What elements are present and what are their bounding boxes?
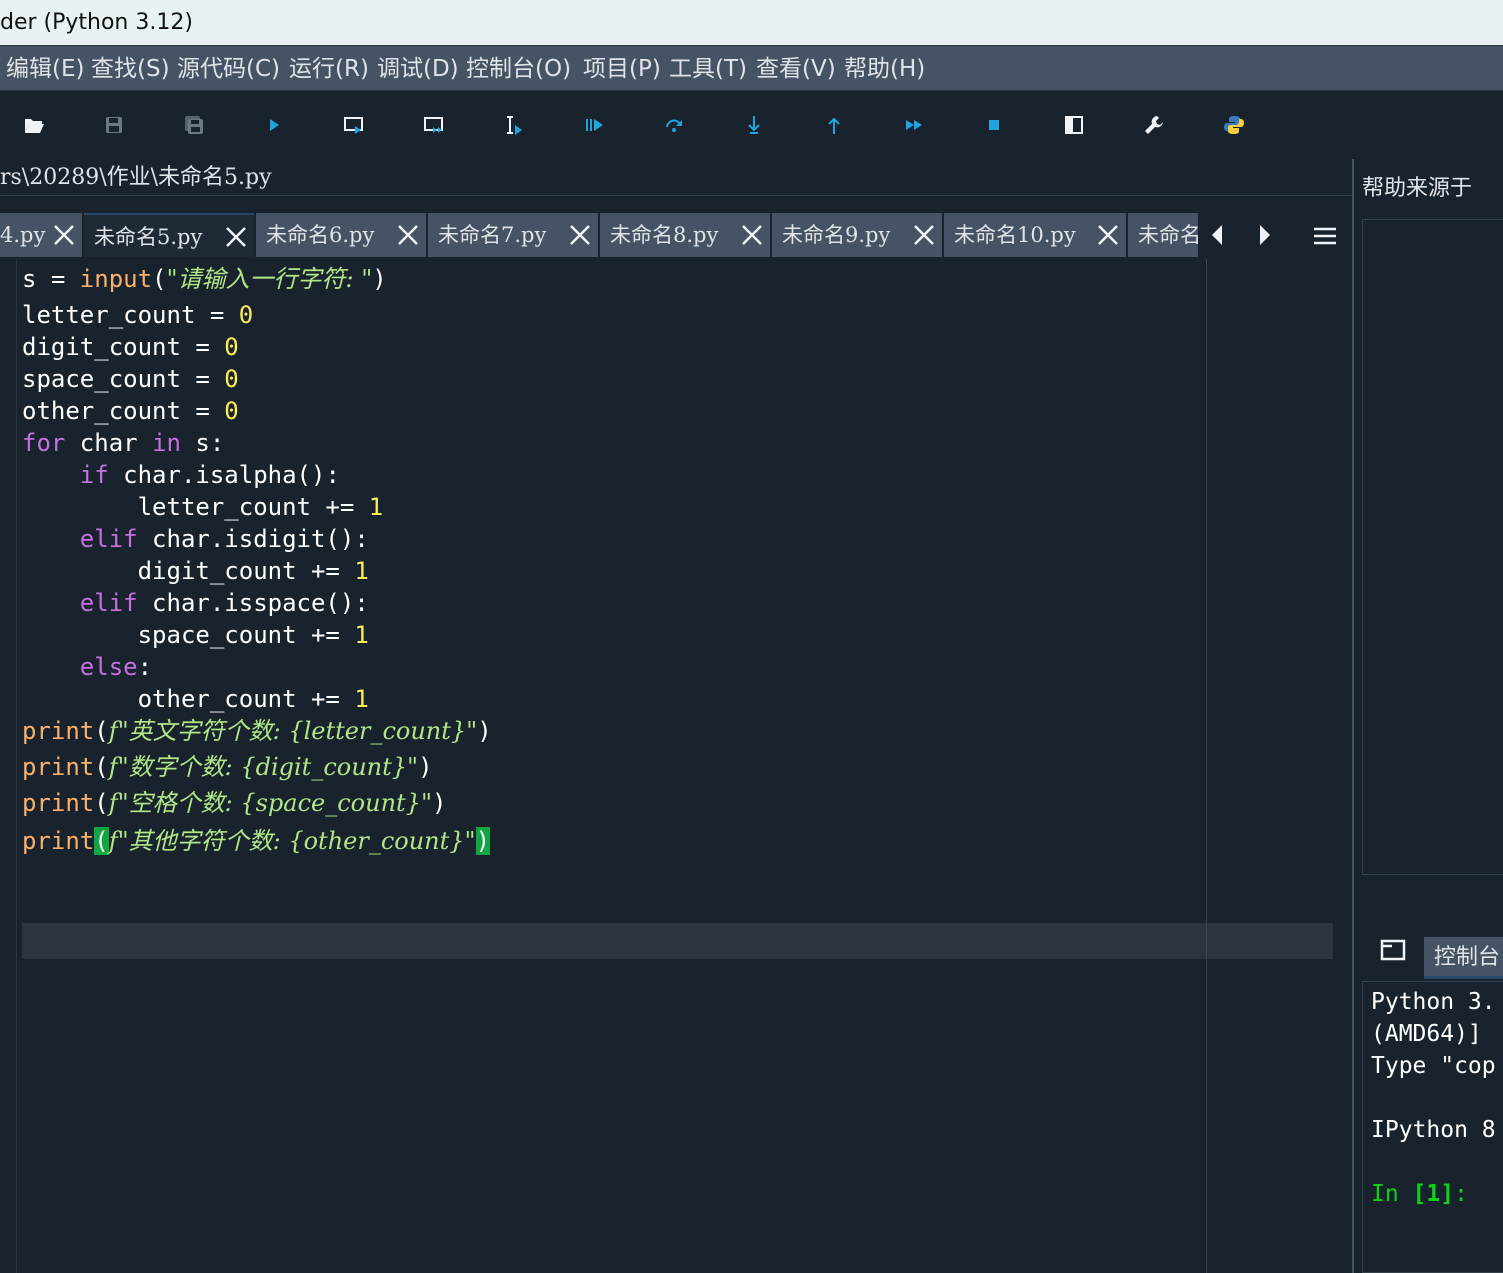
step-into-icon[interactable] xyxy=(734,105,774,145)
right-pane: 帮助来源于 控制台 Python 3. (AMD64)] Type "cop I… xyxy=(1352,159,1503,1273)
tab-menu-icon[interactable] xyxy=(1312,225,1338,247)
file-path-bar: rs\20289\作业\未命名5.py xyxy=(0,159,1352,196)
console-tab-bar: 控制台 xyxy=(1354,911,1503,981)
open-folder-icon[interactable] xyxy=(14,105,54,145)
code-line-1: s = input("请输入一行字符: ") xyxy=(22,265,387,293)
code-line-7: if char.isalpha(): xyxy=(79,461,340,489)
code-line-17: print(f"空格个数: {space_count}") xyxy=(22,789,447,817)
menu-run[interactable]: 运行(R) xyxy=(289,46,369,92)
help-source-label: 帮助来源于 xyxy=(1362,176,1473,201)
tab-file-5[interactable]: 未命名5.py xyxy=(84,213,254,257)
main-toolbar xyxy=(0,91,1503,159)
code-line-6: for char in s: xyxy=(22,429,225,457)
file-path: rs\20289\作业\未命名5.py xyxy=(0,165,272,190)
tab-file-10[interactable]: 未命名10.py xyxy=(944,213,1126,257)
close-tab-icon[interactable] xyxy=(912,223,936,247)
help-pane-header: 帮助来源于 xyxy=(1362,159,1503,220)
stop-icon[interactable] xyxy=(974,105,1014,145)
save-all-icon[interactable] xyxy=(174,105,214,145)
ipython-console[interactable]: Python 3. (AMD64)] Type "cop IPython 8 I… xyxy=(1362,981,1503,1273)
prompt-colon: : xyxy=(1454,1181,1468,1207)
code-line-5: other_count = 0 xyxy=(22,397,239,425)
run-selection-icon[interactable] xyxy=(494,105,534,145)
editor-tab-bar: 4.py 未命名5.py 未命名6.py 未命名7.py 未命名8.py 未命名… xyxy=(0,211,1352,257)
close-tab-icon[interactable] xyxy=(224,225,248,249)
tab-label: 未命名5.py xyxy=(94,225,203,249)
tab-label: 未命名8.py xyxy=(610,223,719,247)
help-pane-body xyxy=(1362,219,1503,875)
code-line-18: print(f"其他字符个数: {other_count}") xyxy=(22,827,491,855)
run-icon[interactable] xyxy=(254,105,294,145)
scroll-tabs-left-icon[interactable] xyxy=(1208,223,1228,247)
debug-icon[interactable] xyxy=(574,105,614,145)
code-line-16: print(f"数字个数: {digit_count}") xyxy=(22,753,433,781)
console-line: IPython 8 xyxy=(1371,1117,1496,1143)
editor-panel: rs\20289\作业\未命名5.py 4.py 未命名5.py 未命名6.py… xyxy=(0,159,1352,1273)
step-return-icon[interactable] xyxy=(814,105,854,145)
code-line-4: space_count = 0 xyxy=(22,365,239,393)
code-line-9: elif char.isdigit(): xyxy=(79,525,369,553)
menu-view[interactable]: 查看(V) xyxy=(756,46,836,92)
code-line-8: letter_count += 1 xyxy=(22,493,384,521)
tab-label: 未命名10.py xyxy=(954,223,1076,247)
tab-label: 未命名 xyxy=(1138,223,1198,247)
console-line: (AMD64)] xyxy=(1371,1021,1482,1047)
menu-help[interactable]: 帮助(H) xyxy=(844,46,925,92)
menu-consoles[interactable]: 控制台(O) xyxy=(466,46,571,92)
tab-label: 未命名9.py xyxy=(782,223,891,247)
tab-label: 4.py xyxy=(0,223,46,247)
tab-file-7[interactable]: 未命名7.py xyxy=(428,213,598,257)
code-line-12: space_count += 1 xyxy=(22,621,369,649)
close-tab-icon[interactable] xyxy=(52,223,76,247)
menu-source[interactable]: 源代码(C) xyxy=(177,46,280,92)
tab-file-6[interactable]: 未命名6.py xyxy=(256,213,426,257)
run-cell-advance-icon[interactable] xyxy=(414,105,454,145)
browse-tabs-icon[interactable] xyxy=(1380,939,1406,961)
menu-tools[interactable]: 工具(T) xyxy=(669,46,747,92)
maximize-pane-icon[interactable] xyxy=(1054,105,1094,145)
preferences-wrench-icon[interactable] xyxy=(1134,105,1174,145)
console-line: Type "cop xyxy=(1371,1053,1496,1079)
save-icon[interactable] xyxy=(94,105,134,145)
close-tab-icon[interactable] xyxy=(568,223,592,247)
console-tab-label: 控制台 xyxy=(1434,945,1501,970)
current-line-highlight xyxy=(22,923,1333,959)
python-path-icon[interactable] xyxy=(1214,105,1254,145)
code-line-10: digit_count += 1 xyxy=(22,557,369,585)
continue-icon[interactable] xyxy=(894,105,934,145)
code-line-15: print(f"英文字符个数: {letter_count}") xyxy=(22,717,492,745)
console-input-prompt: In [1]: xyxy=(1371,1178,1468,1210)
close-tab-icon[interactable] xyxy=(1096,223,1120,247)
tab-file-8[interactable]: 未命名8.py xyxy=(600,213,770,257)
code-line-14: other_count += 1 xyxy=(22,685,369,713)
menu-edit[interactable]: 编辑(E) xyxy=(6,46,84,92)
scroll-tabs-right-icon[interactable] xyxy=(1254,223,1274,247)
menu-debug[interactable]: 调试(D) xyxy=(377,46,459,92)
console-line: Python 3. xyxy=(1371,989,1496,1015)
tab-file-9[interactable]: 未命名9.py xyxy=(772,213,942,257)
step-over-icon[interactable] xyxy=(654,105,694,145)
prompt-in-label: In xyxy=(1371,1181,1413,1207)
menu-projects[interactable]: 项目(P) xyxy=(583,46,661,92)
menu-bar: 编辑(E) 查找(S) 源代码(C) 运行(R) 调试(D) 控制台(O) 项目… xyxy=(0,45,1503,91)
edge-ruler-line xyxy=(1206,259,1207,1273)
code-line-3: digit_count = 0 xyxy=(22,333,239,361)
window-title: der (Python 3.12) xyxy=(0,10,193,35)
run-cell-icon[interactable] xyxy=(334,105,374,145)
code-editor[interactable]: s = input("请输入一行字符: ") letter_count = 0 … xyxy=(16,259,1337,1273)
tab-file-4[interactable]: 4.py xyxy=(0,213,82,257)
code-line-13: else: xyxy=(79,653,153,681)
close-tab-icon[interactable] xyxy=(740,223,764,247)
code-line-2: letter_count = 0 xyxy=(22,301,254,329)
tab-label: 未命名6.py xyxy=(266,223,375,247)
close-tab-icon[interactable] xyxy=(396,223,420,247)
prompt-number: [1] xyxy=(1412,1181,1455,1207)
menu-search[interactable]: 查找(S) xyxy=(91,46,170,92)
tab-file-11[interactable]: 未命名 xyxy=(1128,213,1198,257)
tab-ipython-console[interactable]: 控制台 xyxy=(1424,937,1503,979)
tab-label: 未命名7.py xyxy=(438,223,547,247)
code-line-11: elif char.isspace(): xyxy=(79,589,369,617)
window-titlebar: der (Python 3.12) xyxy=(0,0,1503,45)
